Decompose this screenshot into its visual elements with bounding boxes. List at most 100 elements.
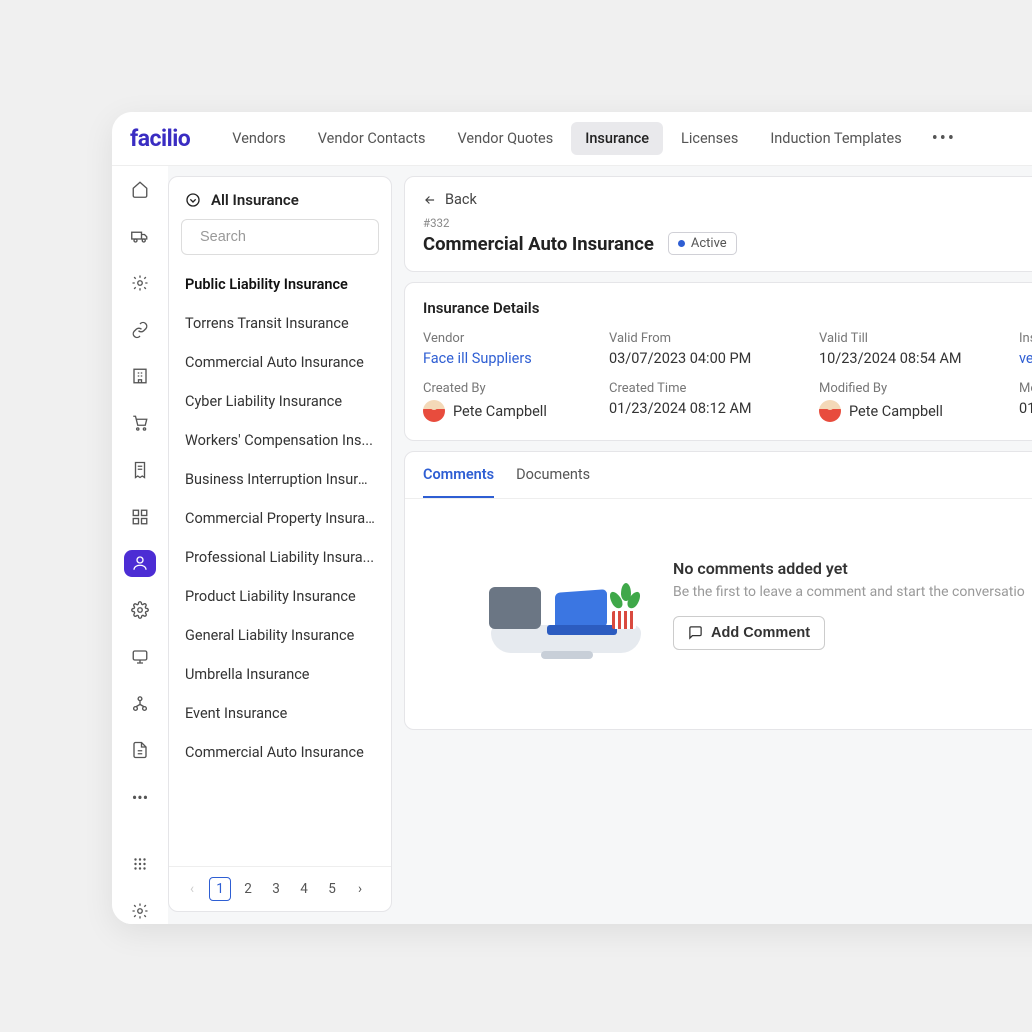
created-by-name: Pete Campbell	[453, 403, 547, 420]
list-item[interactable]: Professional Liability Insura...	[169, 538, 391, 577]
page-4[interactable]: 4	[293, 877, 315, 901]
add-comment-label: Add Comment	[711, 625, 810, 641]
side-rail: •••	[112, 166, 168, 924]
insurance-list: Public Liability Insurance Torrens Trans…	[169, 265, 391, 866]
chevron-down-circle-icon	[185, 192, 201, 208]
cart-icon[interactable]	[124, 410, 156, 437]
list-item[interactable]: Product Liability Insurance	[169, 577, 391, 616]
settings-icon[interactable]	[124, 597, 156, 624]
modified-by-name: Pete Campbell	[849, 403, 943, 420]
arrow-left-icon	[423, 193, 437, 207]
list-item[interactable]: Umbrella Insurance	[169, 655, 391, 694]
person-icon[interactable]	[124, 550, 156, 577]
top-bar: facilio Vendors Vendor Contacts Vendor Q…	[112, 112, 1032, 166]
main-panel: Back #332 Commercial Auto Insurance Acti…	[398, 166, 1032, 924]
tab-comments[interactable]: Comments	[423, 466, 494, 498]
valid-till-label: Valid Till	[819, 331, 1019, 346]
nav-tab-induction-templates[interactable]: Induction Templates	[756, 122, 915, 155]
list-item[interactable]: Torrens Transit Insurance	[169, 304, 391, 343]
more-icon[interactable]: •••	[124, 784, 156, 811]
list-title: All Insurance	[211, 191, 299, 209]
page-2[interactable]: 2	[237, 877, 259, 901]
nav-more-icon[interactable]: •••	[920, 122, 968, 155]
status-dot-icon	[678, 240, 685, 247]
building-icon[interactable]	[124, 363, 156, 390]
avatar	[819, 400, 841, 422]
list-item[interactable]: Commercial Auto Insurance	[169, 343, 391, 382]
empty-title: No comments added yet	[673, 559, 1025, 578]
list-header[interactable]: All Insurance	[169, 177, 391, 219]
ins-label: Ins	[1019, 331, 1032, 346]
back-label: Back	[445, 191, 477, 208]
details-title: Insurance Details	[423, 299, 1032, 317]
nav-tab-vendor-contacts[interactable]: Vendor Contacts	[304, 122, 440, 155]
insurance-list-panel: All Insurance Public Liability Insurance…	[168, 176, 392, 912]
record-id: #332	[423, 216, 1032, 230]
nav-tab-licenses[interactable]: Licenses	[667, 122, 752, 155]
back-button[interactable]: Back	[423, 191, 1032, 208]
created-by-value: Pete Campbell	[423, 400, 609, 422]
brand-text: facilio	[130, 125, 190, 152]
cog-icon[interactable]	[124, 897, 156, 924]
ins-value[interactable]: ve	[1019, 350, 1032, 367]
list-item[interactable]: Event Insurance	[169, 694, 391, 733]
list-item[interactable]: Commercial Auto Insurance	[169, 733, 391, 772]
created-time-value: 01/23/2024 08:12 AM	[609, 400, 819, 417]
nav-tab-vendor-quotes[interactable]: Vendor Quotes	[444, 122, 568, 155]
gear-icon[interactable]	[124, 270, 156, 297]
valid-till-value: 10/23/2024 08:54 AM	[819, 350, 1019, 367]
details-card: Insurance Details Vendor Face ill Suppli…	[404, 282, 1032, 441]
page-prev[interactable]: ‹	[181, 877, 203, 901]
comment-icon	[688, 625, 703, 640]
valid-from-value: 03/07/2023 04:00 PM	[609, 350, 819, 367]
page-3[interactable]: 3	[265, 877, 287, 901]
tab-strip: Comments Documents	[405, 452, 1032, 499]
page-5[interactable]: 5	[321, 877, 343, 901]
pagination: ‹ 1 2 3 4 5 ›	[169, 866, 391, 911]
page-next[interactable]: ›	[349, 877, 371, 901]
created-by-label: Created By	[423, 381, 609, 396]
chain-icon[interactable]	[124, 316, 156, 343]
list-item[interactable]: Business Interruption Insura...	[169, 460, 391, 499]
record-title: Commercial Auto Insurance	[423, 233, 654, 255]
avatar	[423, 400, 445, 422]
created-time-label: Created Time	[609, 381, 819, 396]
list-item[interactable]: Cyber Liability Insurance	[169, 382, 391, 421]
add-comment-button[interactable]: Add Comment	[673, 616, 825, 650]
list-item[interactable]: Commercial Property Insura...	[169, 499, 391, 538]
app-window: facilio Vendors Vendor Contacts Vendor Q…	[112, 112, 1032, 924]
tabs-card: Comments Documents	[404, 451, 1032, 730]
empty-subtitle: Be the first to leave a comment and star…	[673, 584, 1025, 600]
record-header: Back #332 Commercial Auto Insurance Acti…	[404, 176, 1032, 272]
truck-icon[interactable]	[124, 223, 156, 250]
list-item[interactable]: Public Liability Insurance	[169, 265, 391, 304]
doc-icon[interactable]	[124, 737, 156, 764]
tab-documents[interactable]: Documents	[516, 466, 590, 498]
modified-by-label: Modified By	[819, 381, 1019, 396]
empty-state: No comments added yet Be the first to le…	[405, 499, 1032, 729]
nav-tab-insurance[interactable]: Insurance	[571, 122, 663, 155]
home-icon[interactable]	[124, 176, 156, 203]
receipt-icon[interactable]	[124, 457, 156, 484]
grid-icon[interactable]	[124, 503, 156, 530]
valid-from-label: Valid From	[609, 331, 819, 346]
brand-logo: facilio	[130, 125, 190, 152]
vendor-value[interactable]: Face ill Suppliers	[423, 350, 609, 367]
search-field[interactable]	[200, 229, 387, 245]
vendor-label: Vendor	[423, 331, 609, 346]
empty-illustration	[481, 549, 651, 659]
status-badge: Active	[668, 232, 737, 255]
modified-by-value: Pete Campbell	[819, 400, 1019, 422]
status-text: Active	[691, 236, 727, 251]
nav-tab-vendors[interactable]: Vendors	[218, 122, 299, 155]
display-icon[interactable]	[124, 644, 156, 671]
mo-value: 01	[1019, 400, 1032, 417]
page-1[interactable]: 1	[209, 877, 231, 901]
tree-icon[interactable]	[124, 690, 156, 717]
nav-tabs: Vendors Vendor Contacts Vendor Quotes In…	[218, 122, 968, 155]
apps-icon[interactable]	[124, 851, 156, 878]
body: ••• All Insurance Public Liability Insur…	[112, 166, 1032, 924]
list-item[interactable]: Workers' Compensation Ins...	[169, 421, 391, 460]
list-item[interactable]: General Liability Insurance	[169, 616, 391, 655]
search-input[interactable]	[181, 219, 379, 255]
